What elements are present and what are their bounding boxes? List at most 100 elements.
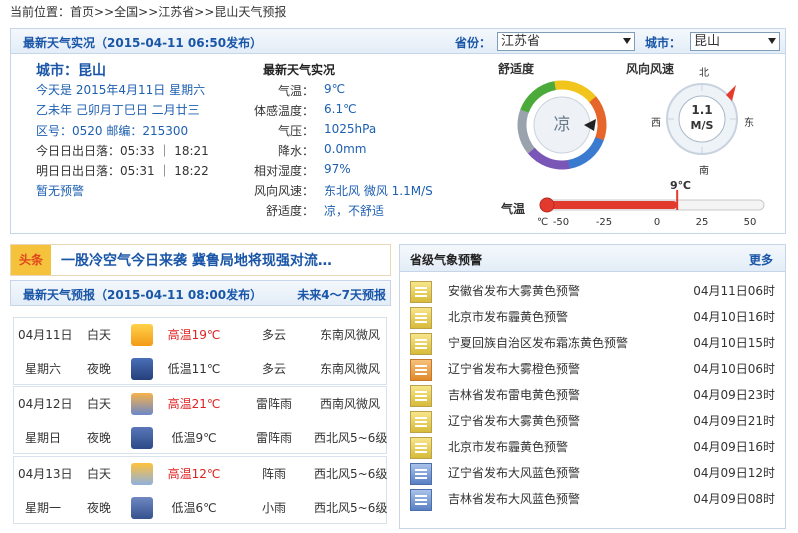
breadcrumb-separator: >> — [194, 5, 215, 19]
moon-cloud-icon — [131, 358, 153, 380]
fog-warning-icon — [410, 359, 432, 381]
alert-item[interactable]: 宁夏回族自治区发布霜冻黄色预警 04月10日15时 — [410, 330, 775, 356]
forecast-title: 最新天气预报（2015-04-11 08:00发布） — [23, 288, 263, 302]
alert-text[interactable]: 北京市发布霾黄色预警 — [448, 308, 568, 326]
obs-value-precipitation: 0.0mm — [324, 142, 367, 156]
alert-text[interactable]: 辽宁省发布大雾黄色预警 — [448, 412, 580, 430]
breadcrumb: 当前位置：首页>>全国>>江苏省>>昆山天气预报 — [10, 3, 286, 20]
temp-tick: -25 — [595, 217, 613, 228]
temp-scale-unit: ℃ — [537, 217, 549, 228]
temp-tick: 50 — [743, 217, 757, 228]
forecast-temp: 高温19℃ — [167, 328, 221, 342]
forecast-more-link[interactable]: 未来4～7天预报 — [297, 286, 386, 303]
alert-item[interactable]: 北京市发布霾黄色预警 04月10日16时 — [410, 304, 775, 330]
alert-time: 04月09日21时 — [693, 414, 775, 428]
obs-label-comfort: 舒适度： — [265, 204, 314, 218]
current-weather-header: 最新天气实况（2015-04-11 06:50发布） 省份： 江苏省 城市： 昆… — [11, 29, 785, 54]
forecast-weather: 阵雨 — [261, 467, 286, 481]
forecast-header: 最新天气预报（2015-04-11 08:00发布） 未来4～7天预报 — [10, 280, 391, 306]
obs-label-humidity: 相对湿度： — [253, 164, 314, 178]
obs-value-wind: 东北风 微风 1.1M/S — [324, 184, 433, 198]
compass-east: 东 — [744, 118, 754, 129]
forecast-period: 白天 — [86, 467, 111, 481]
alert-item[interactable]: 辽宁省发布大雾橙色预警 04月10日06时 — [410, 356, 775, 382]
forecast-day: 04月12日 白天 高温21℃ 雷阵雨 西南风微风 星期日 夜晚 低温9℃ 雷阵… — [13, 386, 387, 454]
lunar-date: 乙未年 己卯月丁巳日 二月廿三 — [36, 103, 200, 117]
forecast-weather: 小雨 — [261, 501, 286, 515]
headline-text[interactable]: 一股冷空气今日来袭 冀鲁局地将现强对流… — [61, 250, 391, 270]
breadcrumb-current: 昆山天气预报 — [214, 5, 287, 19]
warning-status: 暂无预警 — [36, 184, 85, 198]
forecast-weather: 雷阵雨 — [255, 397, 292, 411]
wind-warning-icon — [410, 463, 432, 485]
city-name: 城市：昆山 — [36, 63, 106, 79]
province-label: 省份： — [455, 36, 492, 50]
alerts-header: 省级气象预警 更多 — [400, 245, 785, 272]
alert-text[interactable]: 宁夏回族自治区发布霜冻黄色预警 — [448, 334, 628, 352]
forecast-date: 04月11日 — [18, 328, 73, 342]
alert-text[interactable]: 北京市发布霾黄色预警 — [448, 438, 568, 456]
alert-time: 04月10日15时 — [693, 336, 775, 350]
forecast-date: 04月12日 — [18, 397, 73, 411]
light-rain-icon — [131, 497, 153, 519]
forecast-wind: 西南风微风 — [319, 397, 380, 411]
thermometer-bulb-icon — [539, 197, 555, 213]
wind-title: 风向风速 — [626, 62, 675, 76]
breadcrumb-country-link[interactable]: 全国 — [114, 5, 138, 19]
haze-warning-icon — [410, 437, 432, 459]
frost-warning-icon — [410, 333, 432, 355]
current-weather-panel: 最新天气实况（2015-04-11 06:50发布） 省份： 江苏省 城市： 昆… — [10, 28, 786, 234]
today-date: 今天是 2015年4月11日 星期六 — [36, 83, 206, 97]
forecast-temp: 低温9℃ — [171, 431, 217, 445]
city-select-value: 昆山 — [694, 34, 721, 49]
forecast-day: 04月13日 白天 高温12℃ 阵雨 西北风5~6级 星期一 夜晚 低温6℃ 小… — [13, 456, 387, 524]
sunrise-tomorrow: 明日日出日落：05:31 ｜ 18:22 — [36, 164, 209, 178]
forecast-day: 04月11日 白天 高温19℃ 多云 东南风微风 星期六 夜晚 低温11℃ 多云… — [13, 317, 387, 385]
city-select[interactable]: 昆山 — [690, 32, 780, 51]
alert-item[interactable]: 辽宁省发布大雾黄色预警 04月09日21时 — [410, 408, 775, 434]
alert-text[interactable]: 吉林省发布雷电黄色预警 — [448, 386, 580, 404]
alert-time: 04月11日06时 — [693, 284, 775, 298]
alert-item[interactable]: 吉林省发布大风蓝色预警 04月09日08时 — [410, 486, 775, 512]
obs-label-temperature: 气温： — [277, 84, 314, 98]
alerts-panel: 省级气象预警 更多 安徽省发布大雾黄色预警 04月11日06时 北京市发布霾黄色预… — [399, 244, 786, 529]
alert-time: 04月09日08时 — [693, 492, 775, 506]
obs-label-feels-like: 体感温度： — [253, 104, 314, 118]
alert-item[interactable]: 安徽省发布大雾黄色预警 04月11日06时 — [410, 278, 775, 304]
forecast-date: 04月13日 — [18, 467, 73, 481]
province-select[interactable]: 江苏省 — [497, 32, 635, 51]
forecast-period: 白天 — [86, 328, 111, 342]
forecast-period: 夜晚 — [86, 362, 111, 376]
alert-text[interactable]: 安徽省发布大雾黄色预警 — [448, 282, 580, 300]
obs-value-feels-like: 6.1℃ — [324, 102, 357, 116]
alert-item[interactable]: 北京市发布霾黄色预警 04月09日16时 — [410, 434, 775, 460]
alert-item[interactable]: 吉林省发布雷电黄色预警 04月09日23时 — [410, 382, 775, 408]
breadcrumb-province-link[interactable]: 江苏省 — [158, 5, 194, 19]
alerts-more-link[interactable]: 更多 — [749, 251, 773, 268]
forecast-weekday: 星期六 — [24, 362, 61, 376]
alert-text[interactable]: 吉林省发布大风蓝色预警 — [448, 490, 580, 508]
forecast-temp: 低温6℃ — [171, 501, 217, 515]
temp-tick: -50 — [552, 217, 570, 228]
sunrise-today: 今日日出日落：05:33 ｜ 18:21 — [36, 144, 209, 158]
partly-cloudy-day-icon — [131, 324, 153, 346]
alert-item[interactable]: 辽宁省发布大风蓝色预警 04月09日12时 — [410, 460, 775, 486]
forecast-wind: 西北风5~6级 — [314, 431, 388, 445]
alert-text[interactable]: 辽宁省发布大雾橙色预警 — [448, 360, 580, 378]
alert-text[interactable]: 辽宁省发布大风蓝色预警 — [448, 464, 580, 482]
fog-warning-icon — [410, 281, 432, 303]
obs-value-comfort: 凉，不舒适 — [324, 204, 385, 218]
alert-time: 04月09日16时 — [693, 440, 775, 454]
forecast-wind: 东南风微风 — [319, 362, 380, 376]
temp-bar-title: 气温 — [501, 202, 526, 216]
lightning-warning-icon — [410, 385, 432, 407]
forecast-period: 夜晚 — [86, 501, 111, 515]
compass-west: 西 — [651, 118, 661, 129]
headline-bar[interactable]: 头条 一股冷空气今日来袭 冀鲁局地将现强对流… — [10, 244, 391, 276]
observation-title: 最新天气实况 — [263, 63, 336, 77]
comfort-title: 舒适度 — [498, 62, 535, 76]
breadcrumb-home-link[interactable]: 首页 — [70, 5, 94, 19]
forecast-weather: 雷阵雨 — [255, 431, 292, 445]
haze-warning-icon — [410, 307, 432, 329]
obs-value-pressure: 1025hPa — [324, 122, 377, 136]
